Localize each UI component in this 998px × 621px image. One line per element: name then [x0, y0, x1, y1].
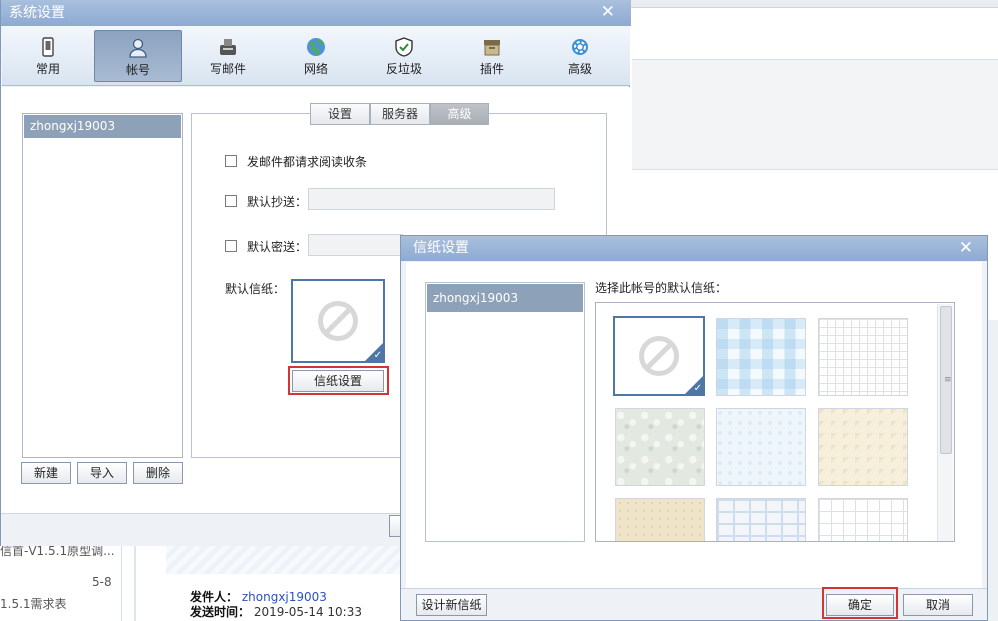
- tab-general[interactable]: 常用: [4, 30, 92, 82]
- delete-account-button[interactable]: 删除: [133, 462, 183, 484]
- settings-tab-bar: 常用 帐号 写邮件 网络 反垃圾 插件 高级: [2, 26, 630, 86]
- shield-icon: [395, 37, 413, 57]
- user-icon: [129, 38, 147, 58]
- paper-grid: ✓ ≡: [595, 302, 955, 542]
- tab-plugins[interactable]: 插件: [448, 30, 536, 82]
- compose-icon: [220, 39, 236, 55]
- paper-scrollbar[interactable]: ≡: [937, 304, 953, 541]
- subtab-server[interactable]: 服务器: [370, 103, 430, 125]
- cancel-button[interactable]: 取消: [903, 594, 973, 616]
- time-value: 2019-05-14 10:33: [253, 605, 362, 619]
- dialog-footer: [401, 588, 987, 620]
- dialog-title: 信纸设置: [401, 236, 987, 261]
- tab-label: 高级: [567, 62, 592, 76]
- sender-link[interactable]: zhongxj19003: [242, 590, 327, 604]
- paper-lined-swatch[interactable]: [818, 498, 908, 541]
- highlight-box: [822, 587, 898, 619]
- tab-label: 插件: [479, 62, 504, 76]
- top-pane: [632, 8, 998, 60]
- paper-parchment-swatch[interactable]: [818, 408, 908, 486]
- gear-icon: [572, 39, 588, 55]
- tab-account[interactable]: 帐号: [94, 30, 182, 82]
- account-list: zhongxj19003: [425, 282, 585, 542]
- tab-label: 反垃圾: [385, 62, 422, 76]
- tab-advanced[interactable]: 高级: [536, 30, 624, 82]
- tab-antispam[interactable]: 反垃圾: [360, 30, 448, 82]
- list-item-title: 信首-V1.5.1原型调...: [0, 544, 115, 558]
- account-item[interactable]: zhongxj19003: [427, 284, 583, 312]
- toolbar-strip: [630, 0, 998, 8]
- read-receipt-label: 发邮件都请求阅读收条: [247, 155, 368, 169]
- no-paper-icon: [639, 336, 679, 376]
- dialog-title: 系统设置: [1, 0, 631, 26]
- highlight-box: [288, 366, 389, 395]
- subtab-advanced[interactable]: 高级: [430, 103, 489, 125]
- scrollbar-thumb[interactable]: ≡: [940, 306, 952, 454]
- account-list: zhongxj19003: [22, 113, 183, 458]
- check-icon: ✓: [373, 350, 382, 361]
- paper-blue-swatch[interactable]: [716, 408, 806, 486]
- default-cc-checkbox[interactable]: [225, 195, 237, 207]
- tab-compose[interactable]: 写邮件: [184, 30, 272, 82]
- phone-icon: [42, 37, 54, 57]
- letter-paper-dialog: 信纸设置 ✕ zhongxj19003 选择此帐号的默认信纸： ✓ ≡ 设计新信…: [400, 235, 988, 621]
- new-account-button[interactable]: 新建: [21, 462, 71, 484]
- subtab-settings[interactable]: 设置: [310, 103, 370, 125]
- preview-pane: [632, 60, 998, 170]
- default-bcc-label: 默认密送：: [247, 240, 308, 254]
- tab-label: 帐号: [125, 63, 150, 77]
- time-line: 发送时间： 2019-05-14 10:33: [190, 603, 362, 620]
- account-item[interactable]: zhongxj19003: [24, 115, 181, 138]
- globe-icon: [307, 38, 325, 57]
- default-cc-input[interactable]: [308, 188, 555, 210]
- paper-plaid-swatch[interactable]: [716, 318, 806, 396]
- paper-maze-swatch[interactable]: [716, 498, 806, 541]
- tab-label: 写邮件: [209, 62, 246, 76]
- paper-sand-swatch[interactable]: [615, 498, 705, 541]
- read-receipt-checkbox[interactable]: [225, 155, 237, 167]
- close-icon[interactable]: ✕: [959, 238, 973, 258]
- paper-grid-swatch[interactable]: [818, 318, 908, 396]
- list-item-date: 5-8: [92, 575, 112, 589]
- tab-network[interactable]: 网络: [272, 30, 360, 82]
- close-icon[interactable]: ✕: [601, 2, 615, 22]
- tab-label: 网络: [303, 62, 328, 76]
- design-new-paper-button[interactable]: 设计新信纸: [416, 594, 487, 616]
- paper-texture-swatch[interactable]: [615, 408, 705, 486]
- default-bcc-input[interactable]: [308, 234, 403, 256]
- sender-label: 发件人：: [190, 590, 239, 604]
- import-button[interactable]: 导入: [77, 462, 127, 484]
- paper-prompt: 选择此帐号的默认信纸：: [595, 281, 728, 295]
- paper-none-swatch[interactable]: ✓: [613, 316, 705, 396]
- no-paper-icon: [318, 301, 358, 341]
- tab-label: 常用: [35, 62, 60, 76]
- time-label: 发送时间：: [190, 605, 251, 619]
- box-icon: [484, 40, 500, 56]
- default-bcc-checkbox[interactable]: [225, 240, 237, 252]
- list-item-title[interactable]: 1.5.1需求表: [0, 595, 67, 612]
- default-paper-label: 默认信纸：: [225, 282, 286, 296]
- default-paper-preview[interactable]: ✓: [291, 279, 385, 363]
- default-cc-label: 默认抄送：: [247, 195, 308, 209]
- check-icon: ✓: [693, 383, 702, 394]
- scrollbar[interactable]: [988, 320, 998, 621]
